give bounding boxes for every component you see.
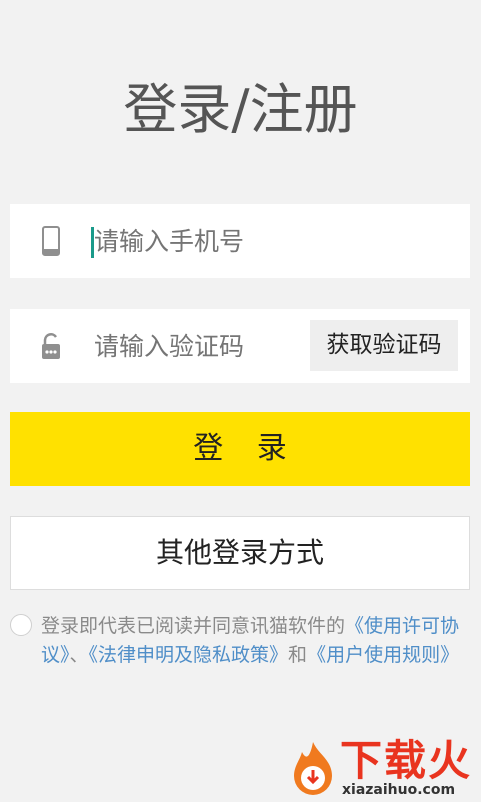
other-login-button[interactable]: 其他登录方式 [10,516,470,590]
agreement-radio[interactable] [10,614,32,636]
agreement-separator: 、 [69,644,89,666]
watermark-url: xiazaihuo.com [342,782,456,798]
watermark-brand: 下载火 [340,736,473,785]
agreement-text: 登录即代表已阅读并同意讯猫软件的《使用许可协议》、《法律申明及隐私政策》和《用户… [41,612,466,670]
rules-link[interactable]: 《用户使用规则》 [307,644,459,666]
flame-icon [288,740,338,798]
lock-icon [40,331,62,361]
phone-field-row[interactable] [10,204,470,280]
code-input[interactable] [92,309,306,385]
watermark: 下载火 xiazaihuo.com [282,736,481,801]
page-title: 登录/注册 [123,78,358,141]
get-code-button[interactable]: 获取验证码 [310,320,458,371]
privacy-link[interactable]: 《法律申明及隐私政策》 [89,644,289,666]
login-button[interactable]: 登 录 [10,412,470,486]
phone-input[interactable] [92,204,456,280]
phone-icon [40,226,62,256]
code-field-row[interactable]: 获取验证码 [10,309,470,385]
agreement-prefix: 登录即代表已阅读并同意讯猫软件的 [41,615,346,637]
agreement-conjunction: 和 [288,644,308,666]
